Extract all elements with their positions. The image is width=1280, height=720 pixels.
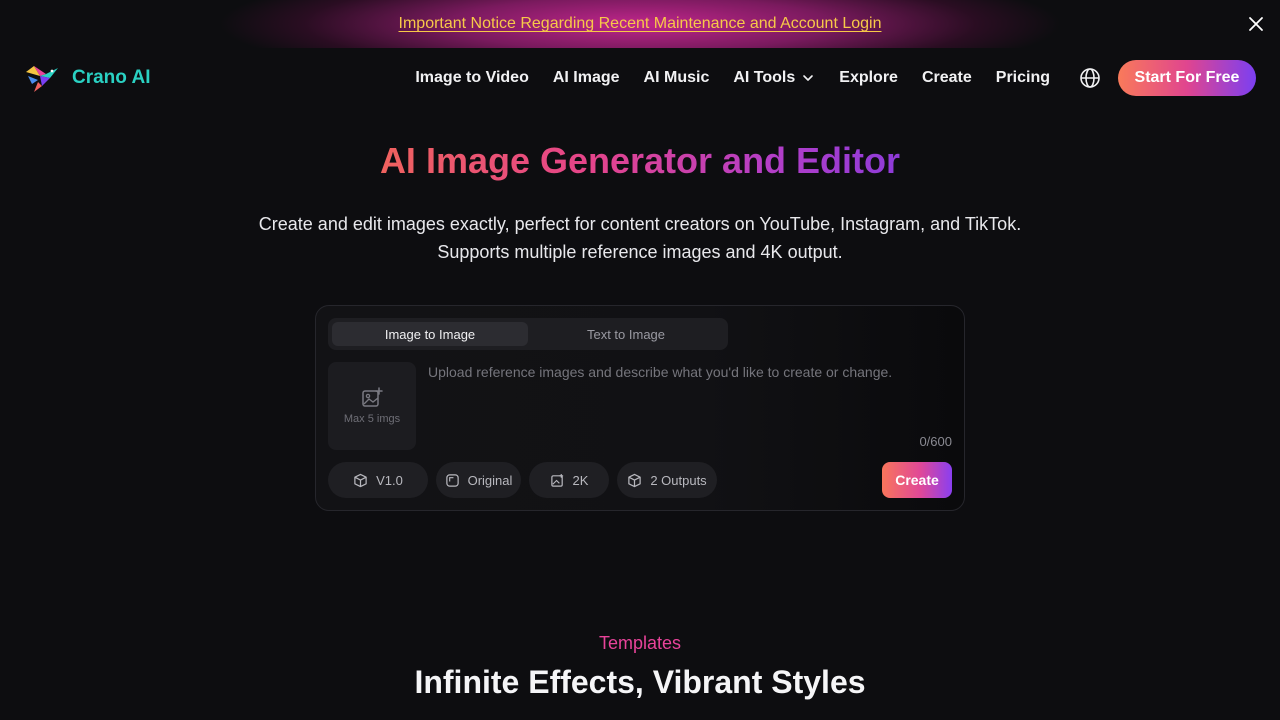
character-counter: 0/600 (919, 434, 952, 449)
mode-tabs: Image to Image Text to Image (328, 318, 728, 350)
upload-reference-button[interactable]: Max 5 imgs (328, 362, 416, 450)
tab-text-to-image[interactable]: Text to Image (528, 322, 724, 346)
version-label: V1.0 (376, 472, 403, 488)
upload-label: Max 5 imgs (343, 413, 401, 425)
aspect-ratio-icon (445, 473, 459, 487)
aspect-ratio-label: Original (467, 472, 513, 488)
nav-ai-image[interactable]: AI Image (553, 69, 620, 87)
resolution-label: 2K (572, 472, 589, 488)
cube-icon (628, 473, 642, 487)
subtitle-line-1: Create and edit images exactly, perfect … (258, 214, 1022, 234)
page-title: AI Image Generator and Editor (0, 140, 1280, 182)
nav-create[interactable]: Create (922, 69, 972, 87)
brand[interactable]: Crano AI (24, 62, 150, 94)
close-icon[interactable] (1246, 14, 1266, 34)
brand-name: Crano AI (72, 67, 151, 88)
create-button[interactable]: Create (882, 462, 952, 498)
main-menu: Image to Video AI Image AI Music AI Tool… (415, 48, 1050, 108)
outputs-selector[interactable]: 2 Outputs (617, 462, 717, 498)
subtitle-line-2: Supports multiple reference images and 4… (437, 242, 843, 262)
resolution-icon (550, 473, 563, 487)
chevron-down-icon (803, 75, 814, 81)
generator-card: Image to Image Text to Image Max 5 imgs … (315, 305, 965, 511)
nav-ai-tools-label: AI Tools (733, 69, 796, 86)
cube-icon (354, 473, 367, 487)
resolution-selector[interactable]: 2K (529, 462, 609, 498)
aspect-ratio-selector[interactable]: Original (436, 462, 521, 498)
outputs-label: 2 Outputs (650, 472, 707, 488)
page-subtitle: Create and edit images exactly, perfect … (0, 210, 1280, 266)
globe-icon[interactable] (1078, 66, 1102, 90)
nav-image-to-video[interactable]: Image to Video (415, 69, 529, 87)
nav-pricing[interactable]: Pricing (996, 69, 1050, 87)
notice-banner: Important Notice Regarding Recent Mainte… (0, 0, 1280, 48)
version-selector[interactable]: V1.0 (328, 462, 428, 498)
nav-ai-music[interactable]: AI Music (644, 69, 710, 87)
templates-title: Infinite Effects, Vibrant Styles (414, 664, 866, 700)
nav-ai-tools[interactable]: AI Tools (733, 69, 815, 87)
start-for-free-button[interactable]: Start For Free (1118, 60, 1256, 96)
tab-image-to-image[interactable]: Image to Image (332, 322, 528, 346)
page-title-text: AI Image Generator and Editor (379, 140, 901, 181)
nav-explore[interactable]: Explore (839, 69, 898, 87)
templates-eyebrow: Templates (598, 633, 682, 653)
brand-logo-icon (26, 66, 58, 92)
prompt-input[interactable] (422, 362, 952, 432)
top-nav: Crano AI Image to Video AI Image AI Musi… (0, 48, 1280, 108)
notice-link[interactable]: Important Notice Regarding Recent Mainte… (399, 15, 882, 33)
image-add-icon (362, 387, 383, 407)
